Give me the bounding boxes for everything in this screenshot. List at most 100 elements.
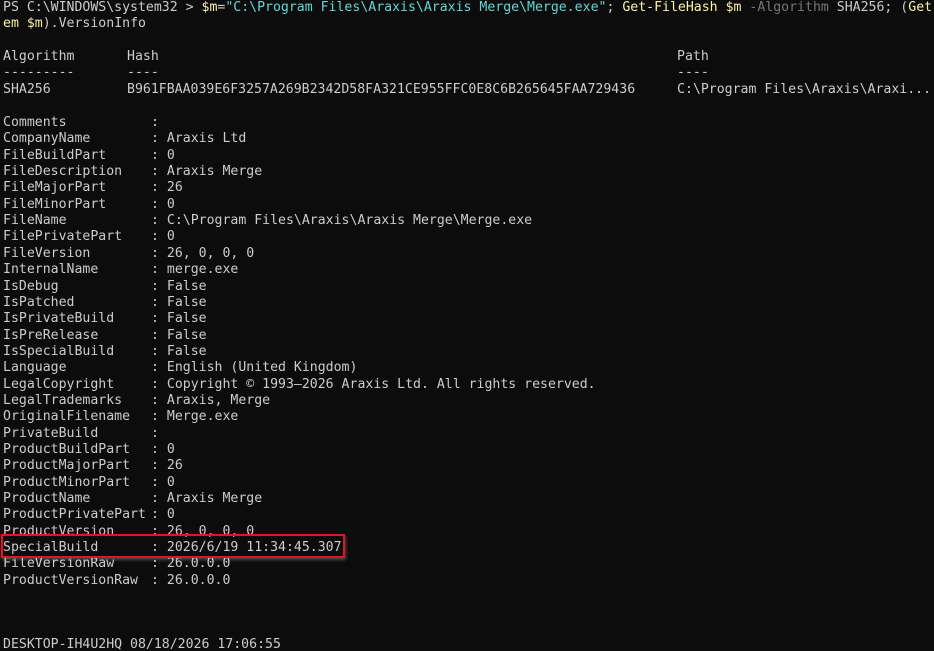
separator: :: [151, 442, 167, 457]
property-name: IsPreRelease: [3, 327, 99, 343]
command-line-1: PS C:\WINDOWS\system32 > $m="C:\Program …: [3, 0, 934, 16]
version-info-row: IsDebug: False: [3, 279, 207, 295]
property-name: Comments: [3, 115, 67, 130]
property-name: OriginalFilename: [3, 409, 131, 425]
separator: :: [151, 294, 167, 310]
property-value: English (United Kingdom): [166, 360, 358, 376]
version-info-row: FileMajorPart: 26: [3, 180, 183, 196]
property-value: False: [166, 311, 207, 327]
property-name: CompanyName: [3, 131, 91, 147]
separator: :: [151, 115, 167, 130]
parameter: -Algorithm: [749, 0, 829, 15]
separator: :: [151, 278, 167, 294]
separator: :: [151, 409, 167, 425]
version-info-row: IsPatched: False: [3, 295, 207, 311]
path-string: "C:\Program Files\Araxis\Araxis Merge\Me…: [225, 0, 607, 15]
property-value: 0: [166, 474, 175, 490]
separator: :: [151, 474, 167, 490]
version-info-row: ProductVersionRaw: 26.0.0.0: [3, 573, 230, 589]
property-name: FileMinorPart: [3, 196, 107, 212]
separator: :: [151, 245, 167, 261]
version-info-row: Comments:: [3, 115, 167, 131]
variable: $m: [725, 0, 742, 15]
prompt: PS C:\WINDOWS\system32 >: [3, 0, 202, 15]
cmdlet: Get-FileHash: [622, 0, 718, 15]
version-info-row: ProductName: Araxis Merge: [3, 491, 262, 507]
property-value: 26, 0, 0, 0: [166, 245, 255, 261]
separator: :: [151, 131, 167, 147]
separator: :: [151, 491, 167, 507]
separator: :: [151, 425, 167, 441]
property-name: Language: [3, 360, 67, 376]
separator: :: [151, 392, 167, 408]
property-name: FilePrivatePart: [3, 229, 123, 245]
property-value: 0: [166, 196, 175, 212]
version-info-row: Language: English (United Kingdom): [3, 360, 357, 376]
version-info-row: FileName: C:\Program Files\Araxis\Araxis…: [3, 213, 532, 229]
property-value: 0: [166, 229, 175, 245]
version-info-row: ProductBuildPart: 0: [3, 442, 175, 458]
property-name: ProductPrivatePart: [3, 507, 146, 523]
separator: :: [151, 213, 167, 229]
property-name: FileDescription: [3, 164, 123, 180]
separator: :: [151, 147, 167, 163]
separator: :: [151, 196, 167, 212]
property-name: LegalCopyright: [3, 376, 115, 392]
separator: :: [151, 556, 167, 572]
separator: :: [151, 507, 167, 523]
property-name: ProductVersionRaw: [3, 572, 138, 588]
property-name: FileVersionRaw: [3, 556, 115, 572]
property-value: False: [166, 327, 207, 343]
table-underline-cell: ----: [677, 65, 709, 80]
property-name: FileName: [3, 213, 67, 229]
property-value: Araxis Merge: [166, 164, 263, 180]
property-value: 0: [166, 507, 175, 523]
property-name: PrivateBuild: [3, 425, 99, 441]
version-info-row: LegalCopyright: Copyright © 1993–2026 Ar…: [3, 377, 596, 393]
command-line-2: em $m).VersionInfo: [3, 16, 146, 31]
property-value: 26.0.0.0: [166, 572, 231, 588]
version-info-row: PrivateBuild:: [3, 426, 167, 442]
table-row-cell: SHA256: [3, 82, 51, 97]
status-line: DESKTOP-IH4U2HQ 08/18/2026 17:06:55: [3, 637, 281, 651]
property-value: 26.0.0.0: [166, 556, 231, 572]
property-value: 26: [166, 458, 183, 474]
separator: :: [151, 523, 167, 539]
property-name: FileVersion: [3, 245, 91, 261]
property-name: ProductVersion: [3, 523, 115, 539]
version-info-row: IsPreRelease: False: [3, 328, 207, 344]
property-value: 2026/6/19 11:34:45.307: [166, 540, 342, 556]
property-value: Copyright © 1993–2026 Araxis Ltd. All ri…: [166, 376, 596, 392]
version-info-row: SpecialBuild: 2026/6/19 11:34:45.307: [3, 540, 342, 556]
variable: $m: [201, 0, 218, 15]
cmdlet: em: [3, 16, 19, 31]
property-name: FileBuildPart: [3, 147, 107, 163]
table-row-cell: C:\Program Files\Araxis\Araxi...: [677, 82, 932, 97]
property-name: ProductName: [3, 491, 91, 507]
property-name: IsPrivateBuild: [3, 311, 115, 327]
property-value: merge.exe: [166, 262, 239, 278]
property-value: Merge.exe: [166, 409, 239, 425]
table-header-cell: Path: [677, 49, 709, 64]
version-info-row: FileBuildPart: 0: [3, 148, 175, 164]
property-value: False: [166, 343, 207, 359]
property-value: Araxis Ltd: [166, 131, 247, 147]
property-name: LegalTrademarks: [3, 392, 123, 408]
property-name: SpecialBuild: [3, 540, 99, 556]
variable: $m: [26, 16, 43, 31]
cmdlet: Get-It: [908, 0, 934, 15]
property-name: ProductMinorPart: [3, 474, 131, 490]
terminal-window[interactable]: PS C:\WINDOWS\system32 > $m="C:\Program …: [0, 0, 934, 651]
version-info-row: CompanyName: Araxis Ltd: [3, 131, 246, 147]
property-value: C:\Program Files\Araxis\Araxis Merge\Mer…: [166, 213, 533, 229]
version-info-row: InternalName: merge.exe: [3, 262, 238, 278]
property-value: Araxis, Merge: [166, 392, 271, 408]
property-value: 26: [166, 180, 183, 196]
separator: :: [151, 343, 167, 359]
separator: :: [151, 458, 167, 474]
property-value: False: [166, 278, 207, 294]
version-info-row: ProductMinorPart: 0: [3, 475, 175, 491]
property-value: 0: [166, 147, 175, 163]
separator: ;: [606, 0, 623, 15]
separator: :: [151, 164, 167, 180]
